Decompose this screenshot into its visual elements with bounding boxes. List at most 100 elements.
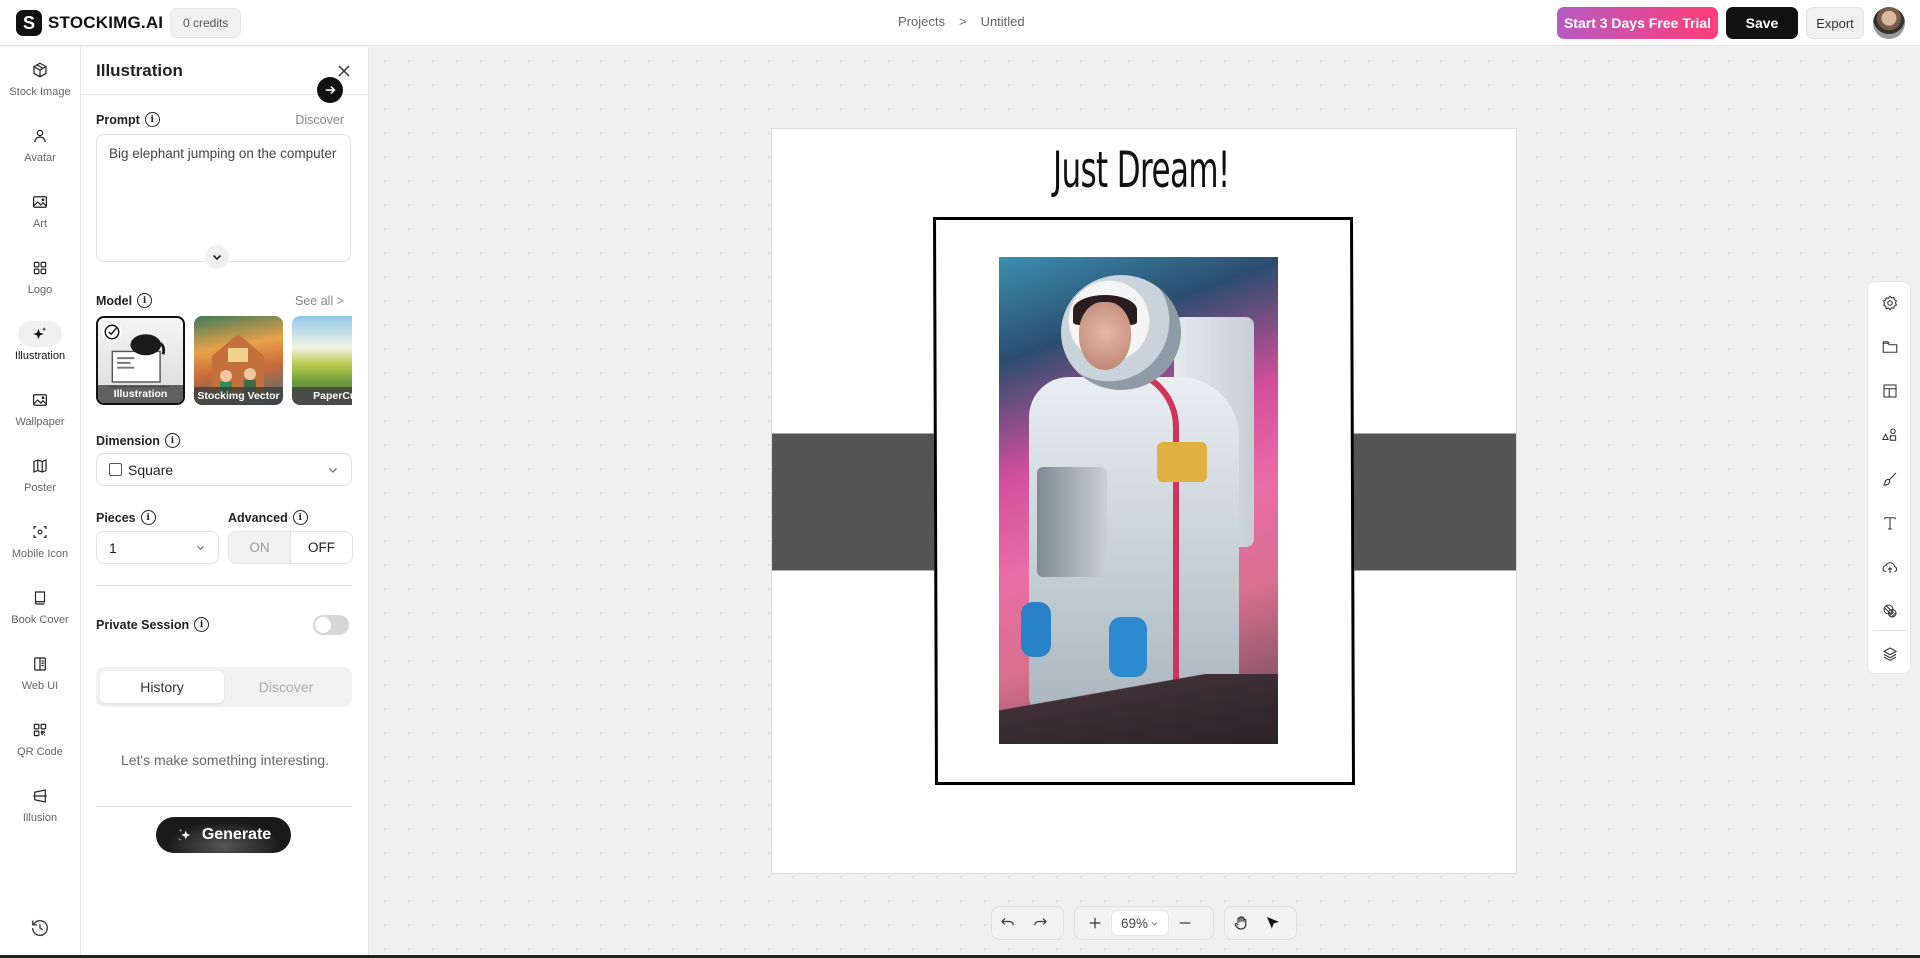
dimension-select[interactable]: Square [96, 453, 352, 486]
breadcrumb-projects[interactable]: Projects [898, 14, 945, 29]
hand-tool-button[interactable] [1225, 908, 1257, 938]
redo-icon [1034, 918, 1047, 926]
model-next-button[interactable] [317, 77, 343, 103]
selected-check-icon [102, 322, 122, 342]
zoom-level-select[interactable]: 69% [1111, 910, 1169, 936]
template-icon[interactable] [1879, 380, 1901, 402]
rail-item-stock-image[interactable]: Stock Image [0, 57, 80, 117]
zoom-controls: 69% [1074, 906, 1214, 940]
logo[interactable]: S STOCKIMG.AI [16, 10, 163, 36]
rail-item-qr-code[interactable]: QR Code [0, 717, 80, 777]
settings-icon[interactable] [1879, 292, 1901, 314]
breadcrumb: Projects > Untitled [898, 14, 1025, 29]
layers-icon[interactable] [1879, 643, 1901, 665]
advanced-on-button[interactable]: ON [229, 532, 291, 563]
see-all-models-link[interactable]: See all > [295, 294, 344, 308]
dimension-label: Dimension i [96, 433, 180, 448]
pointer-controls [1224, 906, 1297, 940]
rail-item-logo[interactable]: Logo [0, 255, 80, 315]
private-session-switch[interactable] [313, 615, 349, 635]
qr-icon [18, 717, 62, 743]
start-trial-button[interactable]: Start 3 Days Free Trial [1557, 7, 1718, 39]
generate-button[interactable]: Generate [156, 817, 291, 853]
advanced-off-button[interactable]: OFF [291, 532, 352, 563]
credits-badge[interactable]: 0 credits [170, 8, 242, 38]
artboard[interactable]: Just Dream! [771, 128, 1517, 874]
prompt-input[interactable]: Big elephant jumping on the computer [96, 134, 351, 262]
select-tool-button[interactable] [1257, 908, 1289, 938]
info-icon[interactable]: i [140, 510, 156, 525]
model-label: Model i [96, 293, 153, 308]
history-controls [991, 906, 1064, 940]
zoom-out-button[interactable] [1169, 908, 1201, 938]
panel-title: Illustration [96, 60, 183, 80]
history-discover-tabs: History Discover [96, 667, 352, 707]
brush-icon[interactable] [1879, 468, 1901, 490]
model-card-stockimg-vector[interactable]: Stockimg Vector [194, 316, 283, 405]
rail-item-avatar[interactable]: Avatar [0, 123, 80, 183]
right-tool-strip [1867, 281, 1911, 674]
focus-icon [18, 519, 62, 545]
info-icon[interactable]: i [194, 617, 210, 632]
logo-mark-icon: S [16, 10, 42, 36]
zoom-in-button[interactable] [1079, 908, 1111, 938]
info-icon[interactable]: i [292, 510, 308, 525]
perspective-icon [18, 783, 62, 809]
model-card-papercut[interactable]: PaperCut [292, 316, 352, 405]
prompt-discover-link[interactable]: Discover [295, 113, 344, 127]
info-icon[interactable]: i [164, 433, 180, 448]
redo-button[interactable] [1024, 908, 1056, 938]
rail-item-wallpaper[interactable]: Wallpaper [0, 387, 80, 447]
divider [1873, 630, 1907, 631]
info-icon[interactable]: i [144, 112, 160, 127]
expand-prompt-button[interactable] [205, 245, 229, 269]
rail-item-illustration[interactable]: Illustration [0, 321, 80, 381]
hand-icon [1234, 916, 1247, 930]
image-icon [18, 189, 62, 215]
rail-item-web-ui[interactable]: Web UI [0, 651, 80, 711]
model-card-illustration[interactable]: Illustration [96, 316, 185, 405]
chevron-down-icon [212, 254, 222, 261]
history-icon[interactable] [29, 917, 51, 939]
upload-cloud-icon[interactable] [1879, 556, 1901, 578]
rail-item-illusion[interactable]: Illusion [0, 783, 80, 843]
category-rail: Stock Image Avatar Art Logo Illustration… [0, 47, 81, 958]
user-avatar[interactable] [1873, 7, 1905, 39]
advanced-label: Advanced i [228, 510, 308, 525]
close-icon[interactable] [336, 63, 352, 79]
private-session-label: Private Session i [96, 617, 210, 632]
chevron-down-icon [329, 467, 337, 473]
top-bar: S STOCKIMG.AI 0 credits Projects > Untit… [0, 0, 1920, 46]
brand-name: STOCKIMG.AI [48, 13, 164, 32]
breadcrumb-current[interactable]: Untitled [981, 14, 1025, 29]
rail-item-poster[interactable]: Poster [0, 453, 80, 513]
tab-discover[interactable]: Discover [224, 671, 348, 703]
pieces-label: Pieces i [96, 510, 156, 525]
chevron-down-icon [1151, 921, 1158, 926]
shapes-icon[interactable] [1879, 424, 1901, 446]
text-icon[interactable] [1879, 512, 1901, 534]
undo-button[interactable] [992, 908, 1024, 938]
rail-item-mobile-icon[interactable]: Mobile Icon [0, 519, 80, 579]
box-icon [18, 57, 62, 83]
export-button[interactable]: Export [1806, 7, 1864, 39]
folder-icon[interactable] [1879, 336, 1901, 358]
headline-text[interactable]: Just Dream! [911, 141, 1372, 199]
advanced-toggle: ON OFF [228, 531, 353, 564]
rail-item-art[interactable]: Art [0, 189, 80, 249]
rail-item-book-cover[interactable]: Book Cover [0, 585, 80, 645]
pieces-select[interactable]: 1 [96, 531, 219, 564]
sparkle-icon [178, 829, 191, 841]
tab-history[interactable]: History [100, 671, 224, 703]
pattern-icon[interactable] [1879, 600, 1901, 622]
undo-icon [1001, 918, 1014, 926]
user-icon [18, 123, 62, 149]
chevron-down-icon [196, 545, 205, 551]
illustration-panel: Illustration Prompt i Discover Big eleph… [81, 47, 369, 958]
layout-icon [18, 651, 62, 677]
model-carousel: Illustration Stockimg Vector PaperCut [96, 316, 352, 408]
info-icon[interactable]: i [137, 293, 153, 308]
save-button[interactable]: Save [1726, 7, 1798, 39]
minus-icon [1179, 922, 1191, 924]
astronaut-image[interactable] [999, 257, 1278, 744]
